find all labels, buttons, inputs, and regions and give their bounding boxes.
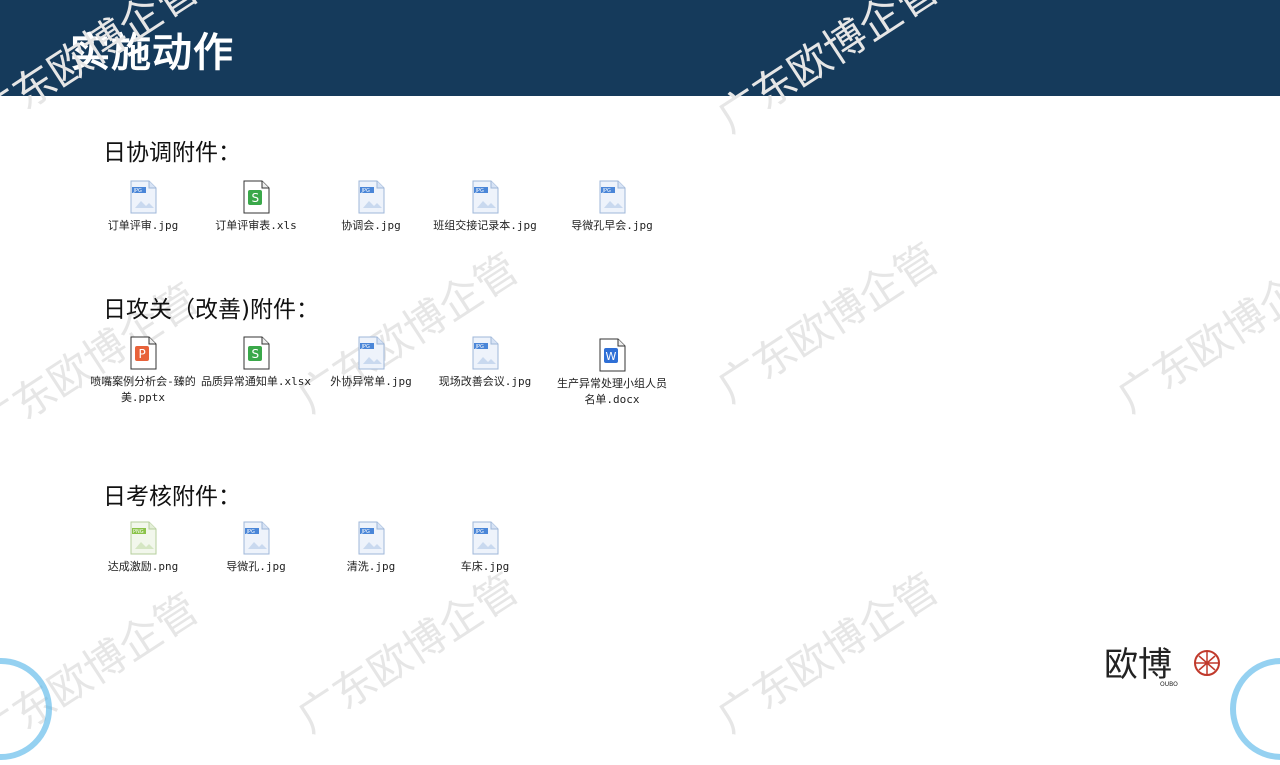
watermark-text: 广东欧博企管 [708, 563, 947, 743]
svg-text:S: S [252, 347, 260, 361]
file-name: 达成激励.png [107, 560, 179, 573]
file-item[interactable]: JPG 现场改善会议.jpg [426, 336, 544, 390]
file-item[interactable]: S 订单评审表.xls [197, 180, 315, 234]
watermark-text: 广东欧博企管 [708, 233, 947, 413]
svg-text:JPG: JPG [361, 529, 370, 535]
section-title-daily-assessment: 日考核附件： [103, 484, 241, 510]
file-item[interactable]: JPG 班组交接记录本.jpg [426, 180, 544, 234]
file-item[interactable]: JPG 导微孔.jpg [197, 521, 315, 575]
file-name: 车床.jpg [460, 560, 510, 573]
file-item[interactable]: PNG 达成激励.png [84, 521, 202, 575]
file-name: 清洗.jpg [346, 560, 396, 573]
file-item[interactable]: W 生产异常处理小组人员名单.docx [553, 338, 671, 408]
jpg-file-icon: JPG [358, 336, 385, 370]
jpg-file-icon: JPG [130, 180, 157, 214]
jpg-file-icon: JPG [472, 180, 499, 214]
xls-file-icon: S [243, 180, 270, 214]
file-name: 订单评审.jpg [107, 219, 179, 232]
file-item[interactable]: JPG 订单评审.jpg [84, 180, 202, 234]
jpg-file-icon: JPG [472, 336, 499, 370]
file-item[interactable]: JPG 外协异常单.jpg [312, 336, 430, 390]
jpg-file-icon: JPG [358, 180, 385, 214]
section-title-daily-improvement: 日攻关（改善)附件： [103, 297, 319, 323]
file-item[interactable]: JPG 清洗.jpg [312, 521, 430, 575]
logo-subtext: OUBO [1160, 681, 1178, 688]
file-item[interactable]: JPG 协调会.jpg [312, 180, 430, 234]
jpg-file-icon: JPG [472, 521, 499, 555]
page-title: 实施动作 [70, 30, 234, 76]
watermark-text: 广东欧博企管 [288, 243, 527, 423]
pptx-file-icon: P [130, 336, 157, 370]
svg-text:JPG: JPG [475, 344, 484, 350]
svg-text:JPG: JPG [475, 188, 484, 194]
file-name: 订单评审表.xls [215, 219, 297, 232]
svg-text:JPG: JPG [475, 529, 484, 535]
oubo-logo: 欧博 OUBO [1104, 645, 1220, 688]
header-bar: 实施动作 [0, 0, 1280, 96]
file-name: 导微孔早会.jpg [571, 219, 653, 232]
corner-decoration [0, 658, 52, 760]
file-name: 喷嘴案例分析会-臻的美.pptx [90, 375, 196, 404]
file-name: 品质异常通知单.xlsx [200, 375, 312, 388]
xls-file-icon: S [243, 336, 270, 370]
jpg-file-icon: JPG [358, 521, 385, 555]
section-title-daily-coordination: 日协调附件： [103, 140, 241, 166]
file-item[interactable]: JPG 车床.jpg [426, 521, 544, 575]
png-file-icon: PNG [130, 521, 157, 555]
svg-text:P: P [139, 347, 146, 361]
svg-text:S: S [252, 191, 260, 205]
file-item[interactable]: P 喷嘴案例分析会-臻的美.pptx [84, 336, 202, 406]
file-name: 导微孔.jpg [226, 560, 286, 573]
docx-file-icon: W [599, 338, 626, 372]
svg-text:JPG: JPG [361, 344, 370, 350]
svg-text:JPG: JPG [602, 188, 611, 194]
svg-text:JPG: JPG [246, 529, 255, 535]
svg-text:JPG: JPG [361, 188, 370, 194]
file-name: 外协异常单.jpg [330, 375, 412, 388]
file-item[interactable]: S 品质异常通知单.xlsx [197, 336, 315, 390]
jpg-file-icon: JPG [599, 180, 626, 214]
file-name: 生产异常处理小组人员名单.docx [557, 377, 667, 406]
svg-text:W: W [606, 350, 617, 363]
watermark-text: 广东欧博企管 [288, 563, 527, 743]
watermark-text: 广东欧博企管 [1108, 243, 1280, 423]
jpg-file-icon: JPG [243, 521, 270, 555]
svg-text:JPG: JPG [133, 188, 142, 194]
file-item[interactable]: JPG 导微孔早会.jpg [553, 180, 671, 234]
file-name: 协调会.jpg [341, 219, 401, 232]
svg-text:PNG: PNG [133, 529, 144, 535]
logo-text: 欧博 [1104, 645, 1172, 685]
file-name: 班组交接记录本.jpg [433, 219, 537, 232]
corner-decoration [1230, 658, 1280, 760]
file-name: 现场改善会议.jpg [438, 375, 532, 388]
